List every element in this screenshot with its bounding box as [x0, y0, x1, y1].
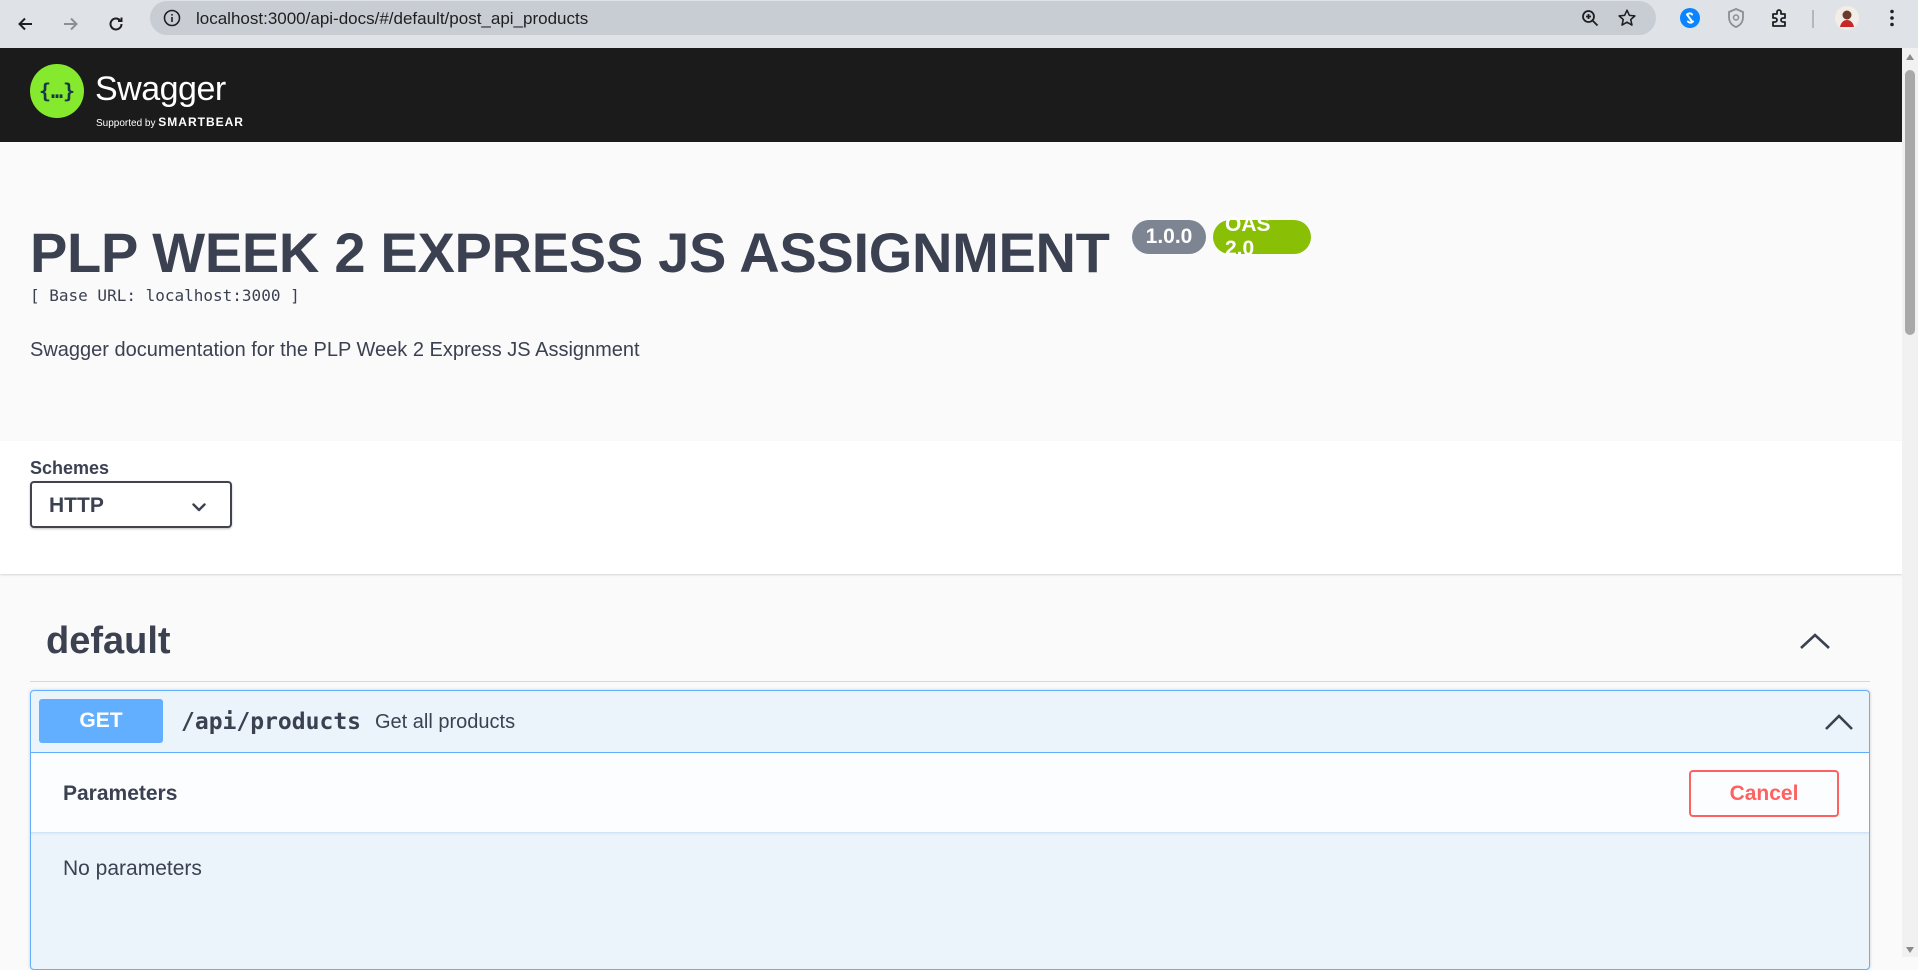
operation-get-api-products: GET /api/products Get all products Param… [30, 690, 1870, 970]
reload-button[interactable] [98, 6, 134, 42]
parameters-header: Parameters Cancel [31, 753, 1869, 833]
address-bar[interactable]: localhost:3000/api-docs/#/default/post_a… [150, 1, 1656, 35]
scroll-down-arrow-icon[interactable] [1905, 945, 1915, 955]
profile-avatar[interactable] [1834, 5, 1860, 31]
operation-summary[interactable]: GET /api/products Get all products [31, 691, 1869, 753]
shield-extension-icon[interactable] [1724, 6, 1748, 30]
smartbear-brand: SMARTBEAR [158, 115, 244, 129]
operation-path: /api/products [181, 709, 362, 735]
forward-button[interactable] [52, 6, 88, 42]
swagger-topbar: {…} Swagger Supported by SMARTBEAR [0, 48, 1902, 142]
schemes-selected-value: HTTP [49, 494, 104, 517]
parameters-title: Parameters [63, 782, 178, 805]
arrow-left-icon [18, 17, 32, 31]
toolbar-separator [1812, 10, 1814, 28]
schemes-container: Schemes HTTP [0, 441, 1902, 574]
kebab-menu-icon[interactable] [1880, 6, 1904, 30]
site-info-icon[interactable] [162, 8, 182, 28]
back-button[interactable] [8, 6, 44, 42]
api-title: PLP WEEK 2 EXPRESS JS ASSIGNMENT [30, 221, 1110, 284]
reload-icon [109, 17, 123, 31]
swagger-logo-icon[interactable]: {…} [30, 64, 84, 118]
operation-summary-text: Get all products [375, 711, 516, 733]
schemes-label: Schemes [30, 458, 110, 478]
zoom-icon[interactable] [1580, 8, 1600, 28]
chevron-up-icon[interactable] [1823, 711, 1855, 733]
swagger-brand-name[interactable]: Swagger [95, 70, 226, 109]
shazam-extension-icon[interactable] [1678, 6, 1702, 30]
base-url: [ Base URL: localhost:3000 ] [30, 286, 300, 305]
method-badge-get: GET [39, 699, 163, 743]
chevron-up-icon[interactable] [1798, 630, 1832, 652]
scrollbar-thumb[interactable] [1905, 70, 1915, 335]
browser-toolbar: localhost:3000/api-docs/#/default/post_a… [0, 0, 1918, 48]
no-parameters-text: No parameters [63, 857, 202, 880]
schemes-select[interactable]: HTTP [30, 481, 232, 528]
version-badge: 1.0.0 [1132, 220, 1206, 254]
supported-by-text: Supported by SMARTBEAR [96, 115, 244, 129]
chevron-down-icon [192, 503, 206, 512]
cancel-button[interactable]: Cancel [1689, 770, 1839, 817]
oas-version-badge: OAS 2.0 [1213, 213, 1311, 260]
tag-header-default[interactable]: default [30, 608, 1870, 682]
url-text[interactable]: localhost:3000/api-docs/#/default/post_a… [196, 9, 588, 29]
vertical-scrollbar[interactable] [1902, 48, 1918, 957]
arrow-right-icon [64, 17, 78, 31]
bookmark-star-icon[interactable] [1616, 7, 1638, 29]
api-description: Swagger documentation for the PLP Week 2… [30, 339, 640, 361]
extensions-puzzle-icon[interactable] [1768, 6, 1792, 30]
tag-name: default [46, 620, 171, 662]
scroll-up-arrow-icon[interactable] [1905, 52, 1915, 62]
